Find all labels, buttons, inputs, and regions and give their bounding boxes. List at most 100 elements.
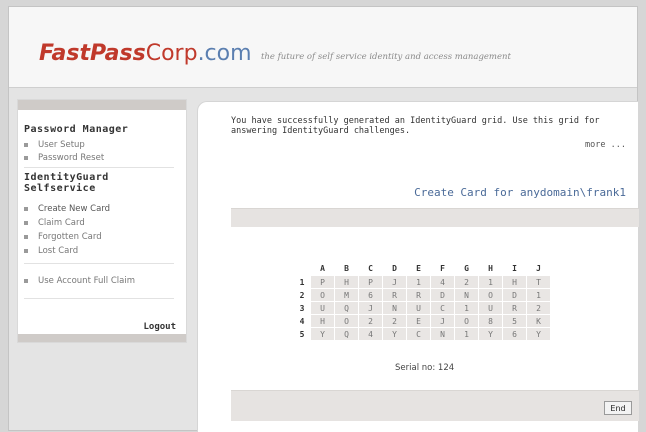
grid-cell: Q (334, 301, 359, 315)
grid-column-header: F (440, 264, 445, 273)
bullet-icon (24, 234, 28, 239)
grid-column-header: D (392, 264, 397, 273)
grid-cell: J (382, 275, 407, 289)
grid-cell: E (406, 314, 431, 328)
grid-row: 3 U Q J N U C 1 U R 2 (294, 301, 551, 315)
bullet-icon (24, 206, 28, 211)
grid-cell: J (358, 301, 383, 315)
grid-cell: Y (382, 327, 407, 341)
serial-number: Serial no: 124 (395, 363, 454, 373)
grid-column-header: H (488, 264, 493, 273)
grid-cell: 2 (382, 314, 407, 328)
grid-column-header: J (536, 264, 541, 273)
grid-cell: N (382, 301, 407, 315)
grid-cell: H (502, 275, 527, 289)
grid-cell: H (334, 275, 359, 289)
grid-row: 5 Y Q 4 Y C N 1 Y 6 Y (294, 327, 551, 341)
bullet-icon (24, 278, 28, 283)
grid-cell: 1 (406, 275, 431, 289)
sidebar-item-create-new-card[interactable]: Create New Card (24, 204, 110, 214)
footer-bar (231, 390, 639, 421)
grid-column-header: E (416, 264, 421, 273)
grid-cell: 8 (478, 314, 503, 328)
section-bar (231, 208, 639, 227)
grid-cell: 1 (454, 327, 479, 341)
logo: FastPassCorp.com (39, 41, 252, 66)
grid-cell: U (478, 301, 503, 315)
grid-row-header: 3 (299, 303, 305, 313)
grid-cell: 2 (358, 314, 383, 328)
divider (24, 298, 174, 299)
grid-cell: R (502, 301, 527, 315)
serial-label: Serial no: (395, 363, 436, 373)
grid-row: 2 O M 6 R R D N O D 1 (294, 288, 551, 302)
create-card-title: Create Card for anydomain\frank1 (414, 186, 626, 199)
serial-value: 124 (437, 363, 455, 373)
grid-column-header: B (344, 264, 349, 273)
grid-cell: U (310, 301, 335, 315)
end-button[interactable]: End (604, 401, 632, 415)
grid-cell: 2 (454, 275, 479, 289)
grid-cell: 1 (454, 301, 479, 315)
section-title-password-manager: Password Manager (24, 124, 129, 135)
sidebar-item-user-setup[interactable]: User Setup (24, 140, 85, 150)
sidebar-item-use-account-full-claim[interactable]: Use Account Full Claim (24, 276, 135, 286)
grid-cell: 6 (358, 288, 383, 302)
grid-cell: K (526, 314, 551, 328)
grid-cell: O (454, 314, 479, 328)
bullet-icon (24, 220, 28, 225)
grid-cell: M (334, 288, 359, 302)
grid-cell: N (430, 327, 455, 341)
grid-cell: 2 (526, 301, 551, 315)
grid-cell: Q (334, 327, 359, 341)
divider (24, 263, 174, 264)
grid-corner (294, 262, 311, 276)
grid-cell: 4 (430, 275, 455, 289)
grid-cell: U (406, 301, 431, 315)
grid-cell: H (310, 314, 335, 328)
grid-cell: O (478, 288, 503, 302)
grid-cell: Y (478, 327, 503, 341)
grid-header-row: A B C D E F G H I J (294, 262, 551, 276)
grid-cell: D (502, 288, 527, 302)
logout-link[interactable]: Logout (143, 322, 176, 332)
grid-column-header: G (464, 264, 469, 273)
grid-cell: C (430, 301, 455, 315)
sidebar-item-lost-card[interactable]: Lost Card (24, 246, 78, 256)
sidebar-item-claim-card[interactable]: Claim Card (24, 218, 85, 228)
sidebar-item-password-reset[interactable]: Password Reset (24, 153, 104, 163)
sidebar-item-forgotten-card[interactable]: Forgotten Card (24, 232, 102, 242)
logo-fast: FastPass (39, 41, 146, 66)
sidebar-top-bar (18, 100, 186, 110)
grid-row-header: 1 (299, 277, 305, 287)
grid-cell: C (406, 327, 431, 341)
bullet-icon (24, 142, 28, 147)
grid-cell: P (310, 275, 335, 289)
tagline: the future of self service identity and … (261, 52, 511, 62)
grid-cell: 4 (358, 327, 383, 341)
grid-cell: 1 (478, 275, 503, 289)
sidebar: Password Manager User Setup Password Res… (17, 99, 187, 343)
grid-cell: O (334, 314, 359, 328)
success-message: You have successfully generated an Ident… (231, 116, 600, 136)
grid-cell: 1 (526, 288, 551, 302)
header: FastPassCorp.com the future of self serv… (9, 7, 637, 88)
grid-row-header: 5 (299, 329, 305, 339)
more-link[interactable]: more ... (585, 140, 626, 150)
grid-cell: O (310, 288, 335, 302)
grid-row-header: 4 (299, 316, 305, 326)
grid-column-header: C (368, 264, 373, 273)
divider (24, 167, 174, 168)
grid-cell: P (358, 275, 383, 289)
grid-cell: Y (526, 327, 551, 341)
grid-cell: T (526, 275, 551, 289)
grid-row-header: 2 (299, 290, 305, 300)
sidebar-bottom-bar (18, 334, 186, 342)
logo-corp: Corp (145, 41, 198, 66)
grid-cell: R (406, 288, 431, 302)
bullet-icon (24, 155, 28, 160)
grid-cell: Y (310, 327, 335, 341)
grid-row: 4 H O 2 2 E J O 8 5 K (294, 314, 551, 328)
grid-cell: R (382, 288, 407, 302)
grid-cell: J (430, 314, 455, 328)
